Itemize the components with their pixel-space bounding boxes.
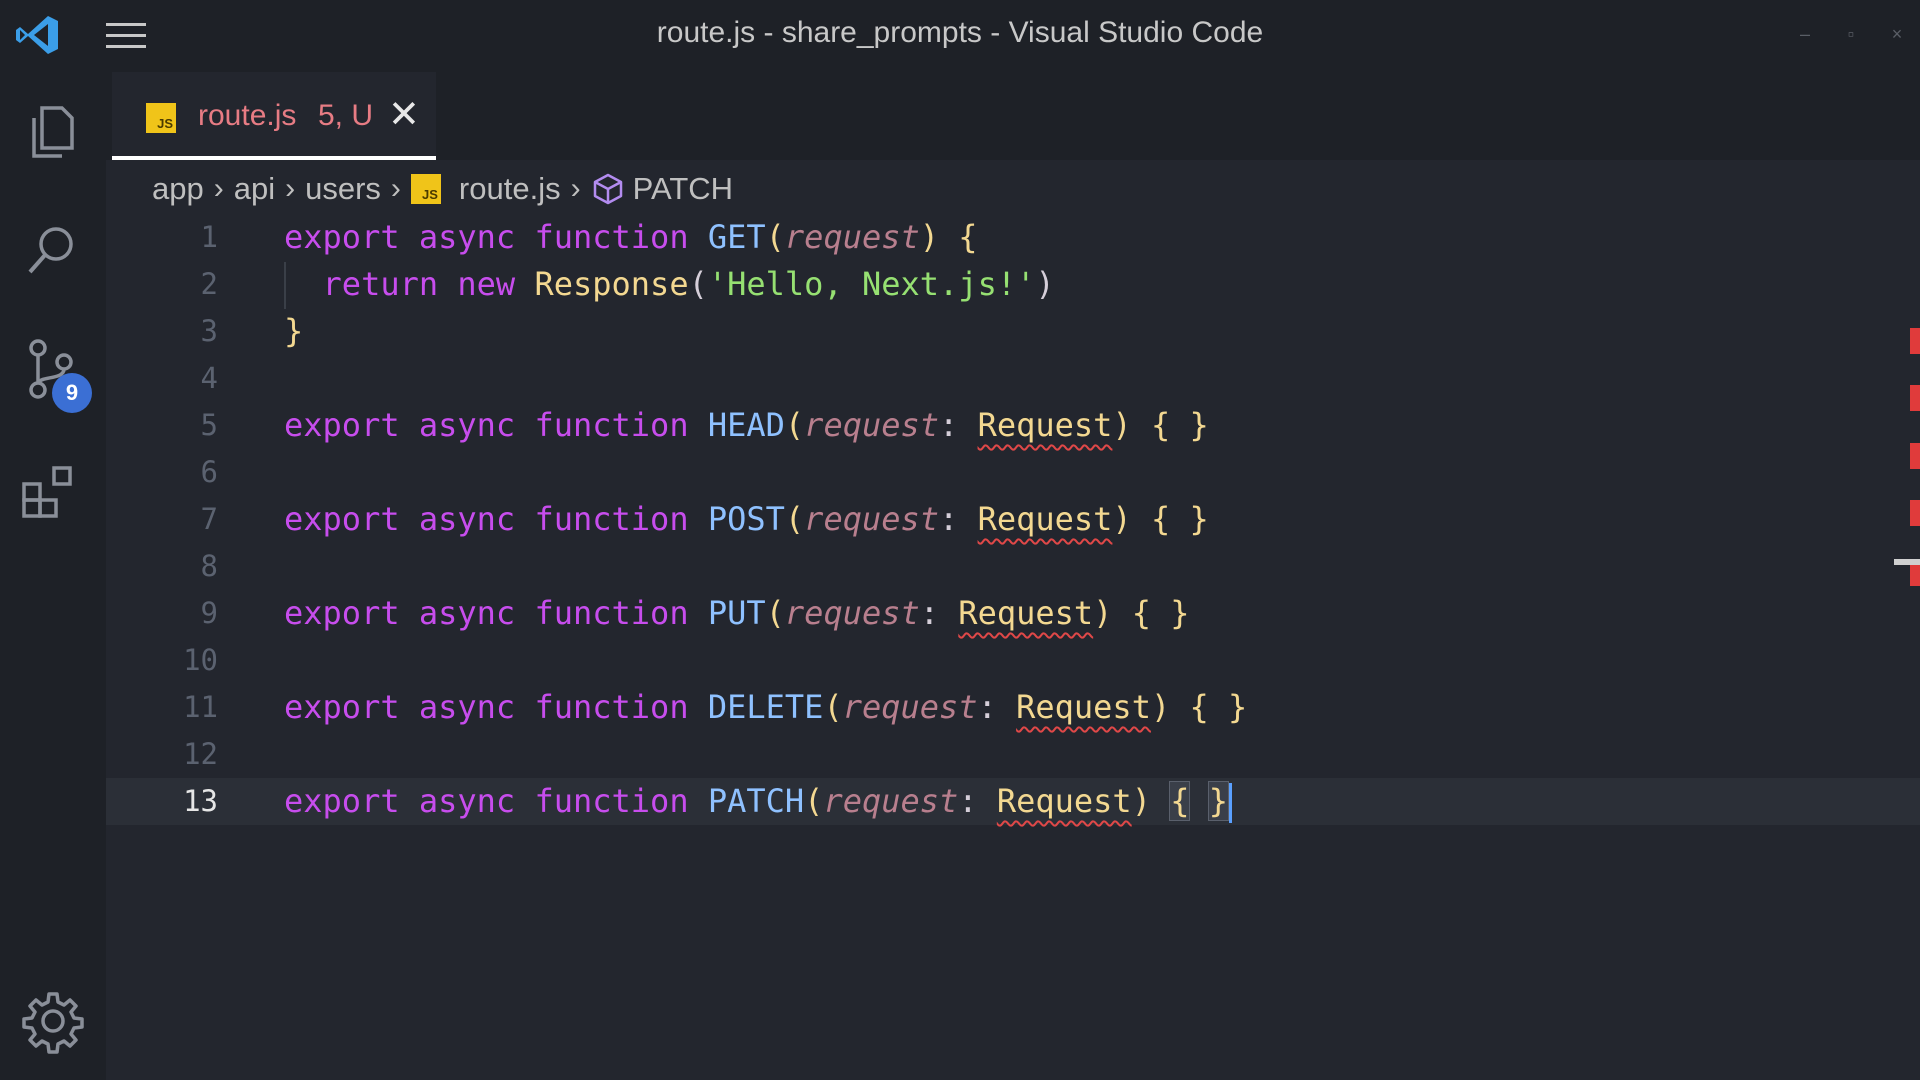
hamburger-menu-icon[interactable] [106, 22, 150, 50]
breadcrumb-api[interactable]: api [234, 171, 275, 207]
maximize-button[interactable]: ▫ [1844, 24, 1858, 45]
code-line: 8 [106, 543, 1920, 590]
breadcrumb-patch[interactable]: PATCH [633, 171, 733, 207]
line-number: 11 [183, 690, 218, 724]
minimize-button[interactable]: – [1798, 24, 1812, 45]
code-line: 6 [106, 449, 1920, 496]
line-number: 2 [200, 267, 218, 301]
code-line: 10 [106, 637, 1920, 684]
code-text: export async function PATCH(request: Req… [284, 778, 1233, 825]
code-text: } [284, 312, 304, 350]
error-marker [1910, 443, 1920, 469]
settings-gear-icon[interactable] [20, 988, 86, 1054]
tab-route-js[interactable]: JS route.js 5, U ✕ [112, 72, 436, 160]
code-text: export async function GET(request) { [284, 218, 978, 256]
code-text: export async function POST(request: Requ… [284, 500, 1209, 538]
breadcrumb-users[interactable]: users [305, 171, 381, 207]
tab-status: 5, U [318, 99, 374, 132]
line-number: 9 [200, 596, 218, 630]
error-marker [1910, 328, 1920, 354]
tab-filename: route.js [198, 99, 297, 132]
breadcrumb-separator: › [570, 172, 581, 205]
window-title: route.js - share_prompts - Visual Studio… [656, 16, 1264, 49]
code-line: 7 export async function POST(request: Re… [106, 496, 1920, 543]
tab-close-icon[interactable]: ✕ [388, 92, 420, 137]
js-file-icon: JS [146, 103, 176, 133]
code-line-current: 13 export async function PATCH(request: … [106, 778, 1920, 825]
search-icon[interactable] [18, 214, 88, 284]
method-cube-icon [593, 173, 622, 205]
line-number: 6 [200, 455, 218, 489]
js-file-icon: JS [410, 174, 441, 204]
breadcrumb: app › api › users › JS route.js › PATCH [152, 166, 733, 212]
breadcrumb-separator: › [390, 172, 401, 205]
line-number: 3 [200, 314, 218, 348]
code-line: 3 } [106, 308, 1920, 355]
line-number: 8 [200, 549, 218, 583]
text-cursor [1229, 783, 1233, 823]
line-number: 13 [183, 784, 218, 818]
vscode-logo-icon [16, 16, 58, 54]
code-line: 11 export async function DELETE(request:… [106, 684, 1920, 731]
title-bar: route.js - share_prompts - Visual Studio… [0, 0, 1920, 72]
line-number: 1 [200, 220, 218, 254]
breadcrumb-app[interactable]: app [152, 171, 204, 207]
line-number: 10 [183, 643, 218, 677]
tab-bar: JS route.js 5, U ✕ [106, 72, 1920, 160]
extensions-icon[interactable] [18, 458, 88, 528]
close-window-button[interactable]: × [1890, 24, 1904, 45]
error-marker [1910, 500, 1920, 526]
code-text: export async function PUT(request: Reque… [284, 594, 1190, 632]
code-line: 9 export async function PUT(request: Req… [106, 590, 1920, 637]
code-editor[interactable]: 1 export async function GET(request) { 2… [106, 214, 1920, 1080]
line-number: 12 [183, 737, 218, 771]
window-controls: – ▫ × [1798, 24, 1904, 45]
error-marker [1910, 385, 1920, 411]
code-text: return new Response('Hello, Next.js!') [322, 265, 1055, 303]
line-number: 5 [200, 408, 218, 442]
code-line: 5 export async function HEAD(request: Re… [106, 402, 1920, 449]
line-number: 4 [200, 361, 218, 395]
source-control-badge: 9 [52, 373, 92, 413]
code-text: export async function DELETE(request: Re… [284, 688, 1248, 726]
breadcrumb-route-js[interactable]: route.js [459, 171, 561, 207]
explorer-icon[interactable] [18, 96, 88, 166]
breadcrumb-js-icon: JS [410, 174, 441, 204]
code-line: 4 [106, 355, 1920, 402]
code-line: 2 return new Response('Hello, Next.js!') [106, 261, 1920, 308]
indent-guide [284, 262, 286, 309]
breadcrumb-separator: › [285, 172, 296, 205]
code-text: export async function HEAD(request: Requ… [284, 406, 1209, 444]
cursor-marker [1894, 559, 1920, 565]
code-line: 12 [106, 731, 1920, 778]
code-line: 1 export async function GET(request) { [106, 214, 1920, 261]
line-number: 7 [200, 502, 218, 536]
breadcrumb-separator: › [213, 172, 224, 205]
